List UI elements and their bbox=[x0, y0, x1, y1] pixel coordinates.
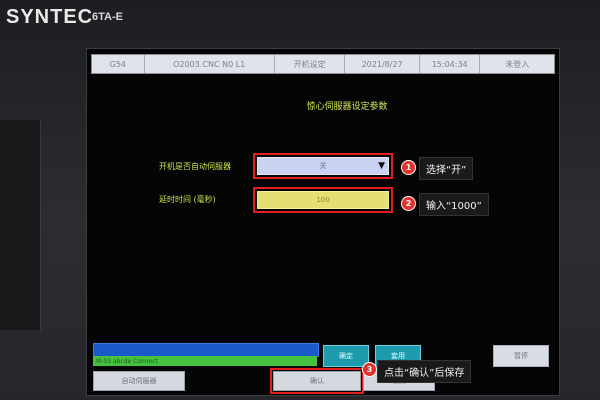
annotation-callout-2: 输入“1000” bbox=[419, 193, 489, 216]
softkey-auto-servo[interactable]: 自动伺服器 bbox=[93, 371, 185, 391]
message-bar: M-03 abcde Connect bbox=[93, 356, 317, 366]
brand-logo: SYNTEC bbox=[6, 6, 94, 28]
model-label: 6TA-E bbox=[92, 11, 123, 23]
delay-time-label: 延时时间 (毫秒) bbox=[159, 195, 216, 204]
status-time: 15:04:34 bbox=[420, 55, 481, 73]
confirm-teal-button[interactable]: 确定 bbox=[323, 345, 369, 367]
auto-servo-label: 开机是否自动伺服器 bbox=[159, 162, 231, 171]
status-mode: G54 bbox=[92, 55, 145, 73]
pause-button[interactable]: 暂停 bbox=[493, 345, 549, 367]
progress-bar bbox=[93, 343, 319, 357]
highlight-box-1 bbox=[253, 153, 393, 179]
page-title: 惊心伺服器设定参数 bbox=[306, 102, 388, 112]
status-date: 2021/8/27 bbox=[345, 55, 420, 73]
annotation-callout-1: 选择“开” bbox=[419, 157, 474, 180]
cnc-screen: G54 O2003.CNC N0 L1 开机设定 2021/8/27 15:04… bbox=[86, 48, 560, 396]
status-page: 开机设定 bbox=[275, 55, 346, 73]
annotation-badge-3: 3 bbox=[362, 362, 377, 377]
highlight-box-3 bbox=[270, 368, 364, 394]
annotation-callout-3: 点击“确认”后保存 bbox=[377, 360, 472, 383]
left-side-panel bbox=[0, 120, 41, 330]
highlight-box-2 bbox=[253, 187, 393, 213]
annotation-badge-2: 2 bbox=[401, 196, 416, 211]
status-login: 未登入 bbox=[505, 59, 530, 69]
status-bar: G54 O2003.CNC N0 L1 开机设定 2021/8/27 15:04… bbox=[91, 54, 555, 74]
annotation-badge-1: 1 bbox=[401, 160, 416, 175]
status-program: O2003.CNC N0 L1 bbox=[145, 55, 275, 73]
